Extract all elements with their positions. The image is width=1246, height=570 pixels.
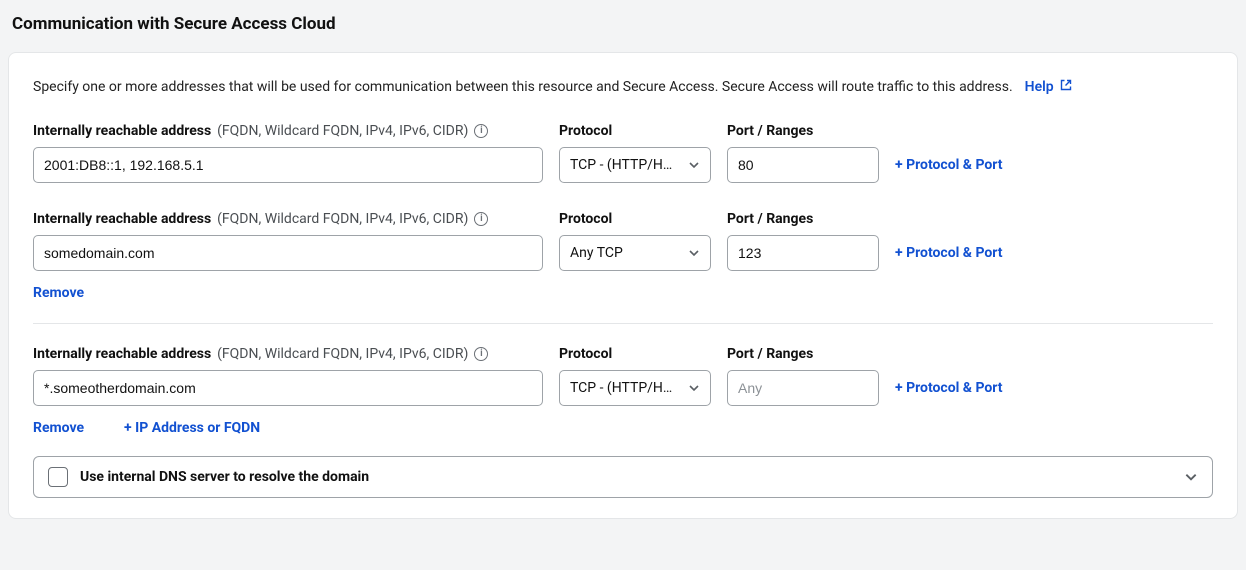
chevron-down-icon — [1184, 470, 1198, 484]
config-card: Specify one or more addresses that will … — [8, 52, 1238, 519]
address-row: Internally reachable address (FQDN, Wild… — [33, 211, 1213, 271]
port-input[interactable] — [727, 147, 879, 183]
section-title: Communication with Secure Access Cloud — [12, 14, 1238, 34]
remove-button[interactable]: Remove — [33, 285, 84, 301]
port-label: Port / Ranges — [727, 123, 879, 139]
dns-toggle-bar[interactable]: Use internal DNS server to resolve the d… — [33, 456, 1213, 498]
protocol-select[interactable]: Any TCP — [559, 235, 711, 271]
address-input[interactable] — [33, 370, 543, 406]
chevron-down-icon — [688, 382, 700, 394]
protocol-select[interactable]: TCP - (HTTP/H… — [559, 147, 711, 183]
address-label: Internally reachable address (FQDN, Wild… — [33, 346, 543, 362]
protocol-label: Protocol — [559, 211, 711, 227]
help-link[interactable]: Help — [1025, 79, 1072, 95]
port-input[interactable] — [727, 235, 879, 271]
address-label: Internally reachable address (FQDN, Wild… — [33, 211, 543, 227]
add-protocol-port-button[interactable]: + Protocol & Port — [895, 157, 1003, 173]
port-input[interactable] — [727, 370, 879, 406]
help-link-label: Help — [1025, 79, 1054, 95]
address-row: Internally reachable address (FQDN, Wild… — [33, 123, 1213, 183]
address-label: Internally reachable address (FQDN, Wild… — [33, 123, 543, 139]
divider — [33, 323, 1213, 324]
chevron-down-icon — [688, 247, 700, 259]
protocol-select[interactable]: TCP - (HTTP/H… — [559, 370, 711, 406]
protocol-label: Protocol — [559, 123, 711, 139]
add-protocol-port-button[interactable]: + Protocol & Port — [895, 245, 1003, 261]
address-input[interactable] — [33, 235, 543, 271]
external-link-icon — [1060, 79, 1072, 95]
intro-text: Specify one or more addresses that will … — [33, 79, 1013, 95]
port-label: Port / Ranges — [727, 346, 879, 362]
info-icon[interactable]: i — [474, 347, 488, 361]
info-icon[interactable]: i — [474, 212, 488, 226]
protocol-label: Protocol — [559, 346, 711, 362]
port-label: Port / Ranges — [727, 211, 879, 227]
dns-checkbox-label: Use internal DNS server to resolve the d… — [80, 469, 1172, 485]
add-ip-fqdn-button[interactable]: + IP Address or FQDN — [124, 420, 260, 436]
remove-button[interactable]: Remove — [33, 420, 84, 436]
chevron-down-icon — [688, 159, 700, 171]
info-icon[interactable]: i — [474, 124, 488, 138]
dns-checkbox[interactable] — [48, 467, 68, 487]
address-input[interactable] — [33, 147, 543, 183]
add-protocol-port-button[interactable]: + Protocol & Port — [895, 380, 1003, 396]
address-row: Internally reachable address (FQDN, Wild… — [33, 346, 1213, 406]
